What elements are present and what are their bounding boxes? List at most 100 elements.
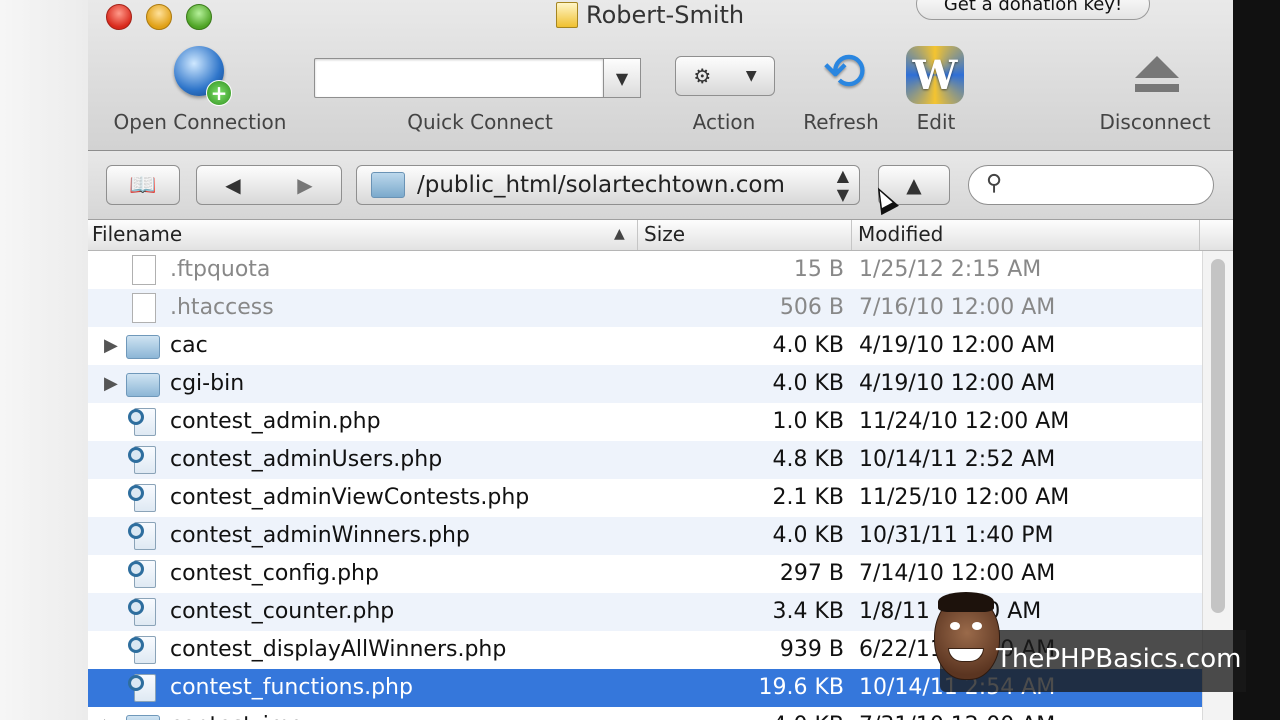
php-file-icon xyxy=(128,559,158,589)
file-modified-date: 10/31/11 1:40 PM xyxy=(859,523,1054,548)
disconnect-label[interactable]: Disconnect xyxy=(1099,110,1210,134)
file-size: 4.0 KB xyxy=(772,371,845,396)
file-size: 4.0 KB xyxy=(648,707,845,720)
bookmarks-button[interactable]: 📖 xyxy=(106,165,180,205)
refresh-icon[interactable]: ⟲ xyxy=(816,44,872,100)
file-row[interactable]: contest_adminWinners.php 4.0 KB 10/31/11 1… xyxy=(88,517,1202,555)
quick-connect-label: Quick Connect xyxy=(407,110,553,134)
add-plus-icon: + xyxy=(206,80,232,106)
disclosure-triangle-icon[interactable]: ▶ xyxy=(104,373,118,394)
book-icon: 📖 xyxy=(129,172,157,198)
document-file-icon xyxy=(132,255,156,285)
current-path: /public_html/solartechtown.com xyxy=(417,172,785,198)
file-modified-date: 11/25/10 12:00 AM xyxy=(859,485,1070,510)
file-name: contest_displayAllWinners.php xyxy=(170,637,507,662)
back-arrow-icon[interactable]: ◀ xyxy=(225,173,240,197)
bookmark-file-icon xyxy=(556,2,578,28)
zoom-window-button[interactable] xyxy=(186,4,212,30)
quick-connect-dropdown-button[interactable]: ▼ xyxy=(604,58,641,98)
search-input[interactable] xyxy=(968,165,1214,205)
gear-icon: ⚙ xyxy=(693,64,712,88)
file-size: 3.4 KB xyxy=(772,599,845,624)
file-modified-date: 4/19/10 12:00 AM xyxy=(859,333,1056,358)
php-file-icon xyxy=(128,673,158,703)
edit-label[interactable]: Edit xyxy=(917,110,956,134)
avatar-hair xyxy=(938,592,994,612)
scrollbar-thumb[interactable] xyxy=(1211,259,1225,613)
ftp-client-window: Robert-Smith Get a donation key! + Open … xyxy=(88,0,1233,720)
sort-ascending-icon: ▲ xyxy=(614,226,625,242)
minimize-window-button[interactable] xyxy=(146,4,172,30)
forward-arrow-icon[interactable]: ▶ xyxy=(297,173,312,197)
file-row[interactable]: ▶ contest_img 4.0 KB 7/31/10 12:00 AM xyxy=(88,707,1202,720)
close-window-button[interactable] xyxy=(106,4,132,30)
avatar-eye xyxy=(972,622,982,630)
file-modified-date: 7/14/10 12:00 AM xyxy=(859,561,1056,586)
file-modified-date: 1/25/12 2:15 AM xyxy=(859,257,1042,282)
file-size: 4.0 KB xyxy=(772,333,845,358)
file-size: 2.1 KB xyxy=(772,485,845,510)
php-file-icon xyxy=(128,635,158,665)
file-row[interactable]: contest_counter.php3.4 KB1/8/11 12:00 AM xyxy=(88,593,1202,631)
size-column-header[interactable]: Size xyxy=(640,220,852,250)
file-name: .ftpquota xyxy=(170,257,271,282)
refresh-label[interactable]: Refresh xyxy=(803,110,879,134)
file-row[interactable]: ▶ cac 4.0 KB 4/19/10 12:00 AM xyxy=(88,327,1202,365)
php-file-icon xyxy=(128,597,158,627)
disclosure-triangle-icon[interactable]: ▶ xyxy=(104,335,118,356)
file-size: 4.0 KB xyxy=(772,523,845,548)
file-row[interactable]: .ftpquota 15 B 1/25/12 2:15 AM xyxy=(88,251,1202,289)
file-name: contest_counter.php xyxy=(170,599,395,624)
action-menu-button[interactable]: ⚙ ▼ xyxy=(675,56,775,96)
file-size: 19.6 KB xyxy=(758,675,845,700)
desktop-background-right xyxy=(1233,0,1280,720)
file-size: 15 B xyxy=(793,257,844,282)
action-label: Action xyxy=(692,110,756,134)
file-name: cgi-bin xyxy=(170,371,245,396)
disclosure-triangle-icon[interactable]: ▶ xyxy=(104,715,118,720)
file-row[interactable]: contest_adminViewContests.php 2.1 KB 11/25… xyxy=(88,479,1202,517)
file-name: contest_admin.php xyxy=(170,409,381,434)
file-modified-date: 10/14/11 2:52 AM xyxy=(859,447,1056,472)
php-file-icon xyxy=(128,521,158,551)
file-modified-date: 4/19/10 12:00 AM xyxy=(859,371,1056,396)
folder-icon xyxy=(371,172,405,198)
file-size: 506 B xyxy=(779,295,844,320)
file-modified-date: 7/16/10 12:00 AM xyxy=(859,295,1056,320)
up-arrow-icon: ▲ xyxy=(906,173,922,197)
file-size: 297 B xyxy=(779,561,844,586)
file-name: contest_img xyxy=(170,707,304,720)
file-row[interactable]: .htaccess 506 B 7/16/10 12:00 AM xyxy=(88,289,1202,327)
file-row[interactable]: contest_adminUsers.php 4.8 KB 10/14/11 2:5… xyxy=(88,441,1202,479)
php-file-icon xyxy=(128,407,158,437)
toolbar-area: Robert-Smith Get a donation key! + Open … xyxy=(88,0,1233,151)
modified-column-header[interactable]: Modified xyxy=(854,220,1200,250)
php-file-icon xyxy=(128,483,158,513)
desktop-background-left xyxy=(0,0,89,720)
file-name: contest_adminViewContests.php xyxy=(170,485,530,510)
file-name: .htaccess xyxy=(170,295,274,320)
file-size: 4.8 KB xyxy=(772,447,845,472)
file-row[interactable]: contest_admin.php 1.0 KB 11/24/10 12:00 AM xyxy=(88,403,1202,441)
document-file-icon xyxy=(132,293,156,323)
file-row[interactable]: contest_config.php 297 B 7/14/10 12:00 AM xyxy=(88,555,1202,593)
donation-key-button[interactable]: Get a donation key! xyxy=(916,0,1150,20)
updown-chevron-icon: ▲ ▼ xyxy=(836,166,849,204)
search-icon: ⚲ xyxy=(986,171,1003,196)
path-selector[interactable]: /public_html/solartechtown.com ▲ ▼ xyxy=(356,165,860,205)
folder-icon xyxy=(126,373,160,397)
disconnect-eject-icon[interactable] xyxy=(1133,56,1181,102)
folder-icon xyxy=(126,715,160,720)
chevron-down-icon: ▼ xyxy=(615,68,629,88)
file-name: contest_functions.php xyxy=(170,675,413,700)
edit-icon[interactable]: W xyxy=(906,46,964,104)
file-row[interactable]: ▶ cgi-bin 4.0 KB 4/19/10 12:00 AM xyxy=(88,365,1202,403)
watermark-text: ThePHPBasics.com xyxy=(996,644,1242,674)
file-modified-date: 11/24/10 12:00 AM xyxy=(859,409,1070,434)
open-connection-label[interactable]: Open Connection xyxy=(114,110,287,134)
filename-column-header[interactable]: Filename ▲ xyxy=(88,220,638,250)
file-name: cac xyxy=(170,333,208,358)
quick-connect-input[interactable] xyxy=(314,58,604,98)
file-name: contest_config.php xyxy=(170,561,379,586)
folder-icon xyxy=(126,335,160,359)
